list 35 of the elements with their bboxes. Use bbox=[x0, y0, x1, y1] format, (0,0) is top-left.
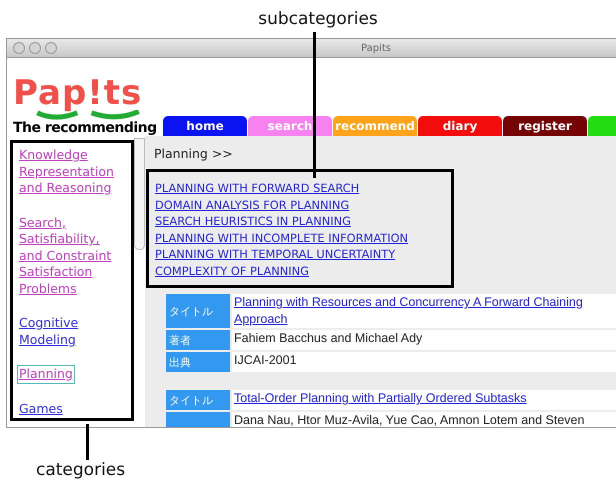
field-value: Fahiem Bacchus and Michael Ady bbox=[232, 330, 616, 350]
subcategory-link[interactable]: SEARCH HEURISTICS IN PLANNING bbox=[155, 213, 447, 230]
category-link[interactable]: Search, Satisfiability, and Constraint Satisfaction Problems bbox=[17, 214, 127, 298]
subcategory-link[interactable]: PLANNING WITH INCOMPLETE INFORMATION bbox=[155, 230, 447, 246]
category-link[interactable]: Games bbox=[17, 400, 65, 418]
logo-tagline: The recommending bbox=[13, 120, 158, 136]
window-button[interactable] bbox=[29, 42, 41, 54]
window-button[interactable] bbox=[45, 42, 57, 54]
annotation-label: subcategories bbox=[258, 9, 378, 29]
subcategory-link[interactable]: COMPLEXITY OF PLANNING bbox=[155, 262, 447, 279]
field-label: タイトル bbox=[166, 390, 230, 410]
category-link[interactable]: Knowledge Representation and Reasoning bbox=[17, 146, 127, 198]
scrollbar[interactable] bbox=[134, 138, 145, 250]
subcategory-link[interactable]: PLANNING WITH FORWARD SEARCH bbox=[155, 180, 447, 196]
window-button[interactable] bbox=[13, 42, 25, 54]
category-link[interactable]: Cognitive Modeling bbox=[17, 314, 127, 349]
breadcrumb: Planning >> bbox=[153, 145, 234, 163]
leader-line bbox=[86, 424, 89, 460]
field-label: 著者 bbox=[166, 330, 230, 350]
subcategory-link[interactable]: DOMAIN ANALYSIS FOR PLANNING bbox=[155, 196, 447, 213]
annotation-label: categories bbox=[36, 460, 126, 480]
nav-tab[interactable]: home bbox=[163, 116, 247, 136]
field-label bbox=[166, 412, 230, 427]
paper-title-link[interactable]: Total-Order Planning with Partially Ordered Subtasks bbox=[232, 390, 616, 410]
subcategory-link[interactable]: PLANNING WITH TEMPORAL UNCERTAINTY bbox=[155, 246, 447, 262]
field-label: タイトル bbox=[166, 294, 230, 328]
nav-tab[interactable]: register bbox=[503, 116, 587, 136]
category-link[interactable]: Planning bbox=[17, 365, 75, 384]
window-title: Papits bbox=[361, 42, 391, 54]
field-label: 出典 bbox=[166, 352, 230, 372]
field-value: IJCAI-2001 bbox=[232, 352, 616, 372]
logo: Pap!ts bbox=[13, 76, 142, 110]
field-value: Dana Nau, Htor Muz-Avila, Yue Cao, Amnon Lotem and Steven bbox=[232, 412, 616, 427]
paper-title-link[interactable]: Planning with Resources and Concurrency A Forward Chaining Approach bbox=[232, 294, 616, 328]
nav-tab[interactable]: diary bbox=[418, 116, 502, 136]
